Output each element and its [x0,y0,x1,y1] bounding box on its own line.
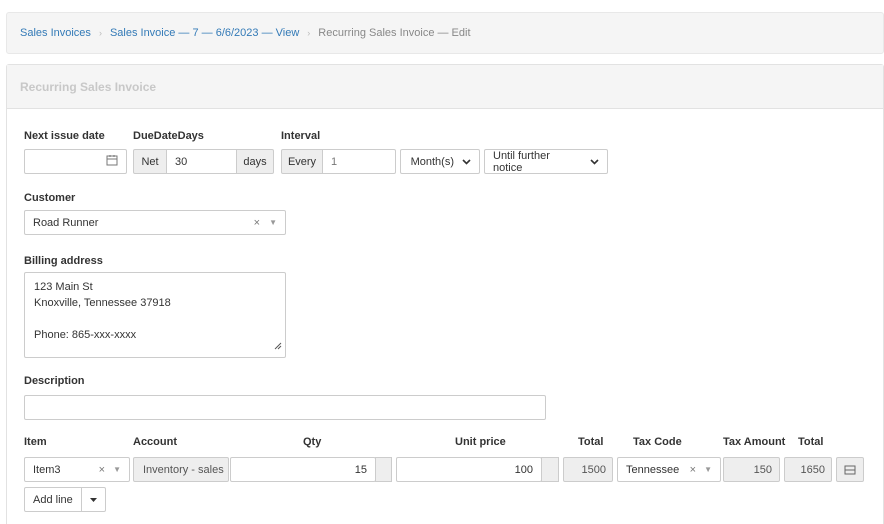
billing-address-line: Phone: 865-xxx-xxxx [34,329,137,341]
caret-down-icon[interactable] [82,497,105,502]
column-header-grand-total: Total [798,436,824,448]
add-line-button[interactable]: Add line [25,488,82,511]
days-addon: days [236,149,274,174]
billing-address-line [34,311,276,327]
clear-x-icon[interactable]: × [99,464,105,476]
net-addon: Net [133,149,167,174]
breadcrumb-separator-icon: › [307,28,311,38]
next-issue-date-label: Next issue date [24,130,105,142]
chevron-down-icon [590,156,599,168]
line-total-field: 1500 [563,457,613,482]
billing-address-label: Billing address [24,255,103,267]
every-addon: Every [281,149,323,174]
resize-handle-icon[interactable] [274,339,282,355]
clear-x-icon[interactable]: × [690,464,696,476]
panel-title: Recurring Sales Invoice [7,65,883,109]
billing-address-line: 123 Main St [34,281,93,293]
calendar-icon[interactable] [106,154,118,169]
item-value: Item3 [33,463,61,476]
customer-value: Road Runner [33,216,99,229]
breadcrumb-link-sales-invoices[interactable]: Sales Invoices [20,27,91,39]
qty-input[interactable]: 15 [230,457,376,482]
interval-unit-select[interactable]: Month(s) [400,149,480,174]
interval-unit-value: Month(s) [410,155,454,168]
interval-label: Interval [281,130,321,142]
interval-end-select[interactable]: Until further notice [484,149,608,174]
breadcrumb-link-sales-invoice-view[interactable]: Sales Invoice — 7 — 6/6/2023 — View [110,27,299,39]
customer-select[interactable]: Road Runner × ▼ [24,210,286,235]
column-header-tax-amount: Tax Amount [723,436,786,448]
tax-code-select[interactable]: Tennessee × ▼ [617,457,721,482]
breadcrumb-separator-icon: › [98,28,102,38]
unit-price-input[interactable]: 100 [396,457,542,482]
due-date-days-input[interactable]: 30 [166,149,237,174]
detail-icon[interactable] [836,457,864,482]
description-label: Description [24,375,85,387]
column-header-total: Total [578,436,604,448]
billing-address-textarea[interactable]: 123 Main St Knoxville, Tennessee 37918 P… [24,272,286,358]
column-header-account: Account [133,436,177,448]
tax-amount-field: 150 [723,457,780,482]
caret-down-icon[interactable]: ▼ [113,465,121,474]
column-header-qty: Qty [303,436,322,448]
unit-price-spacer [541,457,559,482]
qty-spacer [375,457,392,482]
account-field: Inventory - sales [133,457,229,482]
breadcrumb: Sales Invoices › Sales Invoice — 7 — 6/6… [6,12,884,54]
interval-end-value: Until further notice [493,149,550,174]
description-input[interactable] [24,395,546,420]
item-select[interactable]: Item3 × ▼ [24,457,130,482]
clear-x-icon[interactable]: × [254,217,260,229]
billing-address-line: Knoxville, Tennessee 37918 [34,297,171,309]
caret-down-icon[interactable]: ▼ [704,465,712,474]
breadcrumb-current: Recurring Sales Invoice — Edit [318,27,471,39]
customer-label: Customer [24,192,76,204]
chevron-down-icon [462,156,471,168]
tax-code-value: Tennessee [626,463,680,476]
caret-down-icon[interactable]: ▼ [269,218,277,227]
column-header-unit-price: Unit price [455,436,506,448]
due-date-days-label: DueDateDays [133,130,204,142]
column-header-tax-code: Tax Code [633,436,682,448]
interval-count-input[interactable]: 1 [322,149,396,174]
next-issue-date-input[interactable] [24,149,127,174]
grand-total-field: 1650 [784,457,832,482]
add-line-button-group: Add line [24,487,106,512]
column-header-item: Item [24,436,47,448]
